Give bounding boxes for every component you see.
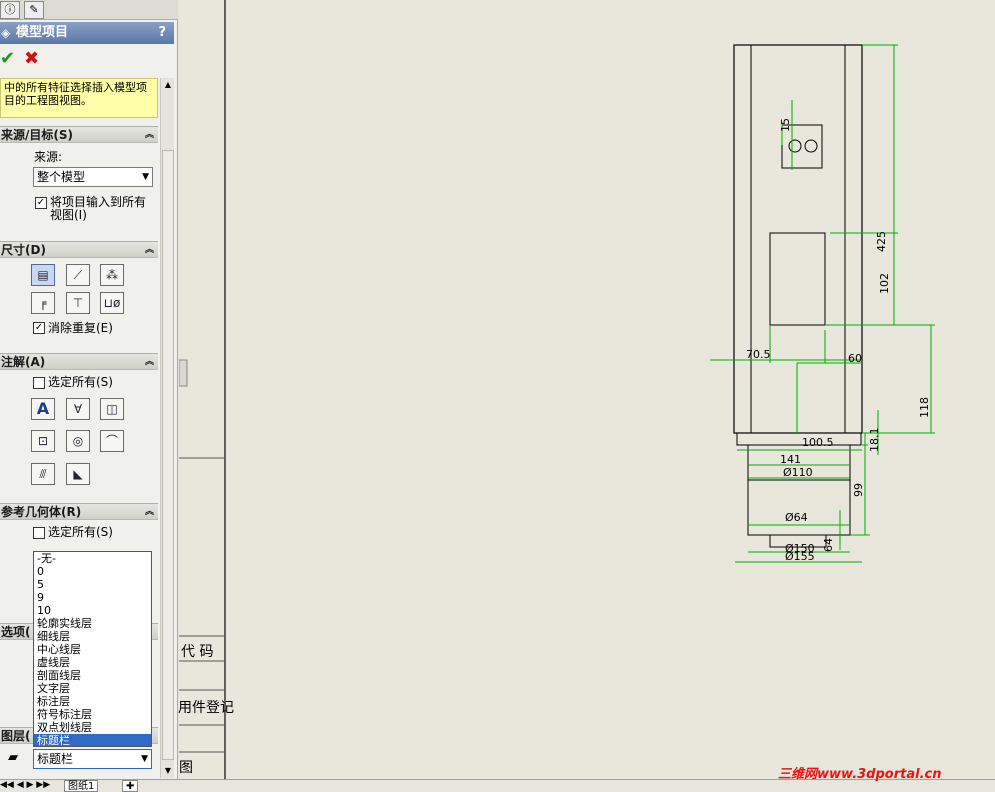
chevron-down-icon: ▼ — [142, 172, 149, 182]
import-all-views-checkbox[interactable]: ✓ — [35, 197, 47, 209]
dim-70-5[interactable]: 70.5 — [746, 348, 771, 361]
import-all-views-label: 将项目输入到所有视图(I) — [50, 195, 147, 222]
layer-option[interactable]: 标注层 — [34, 695, 151, 708]
dim-425[interactable]: 425 — [875, 231, 888, 252]
tab-feature-tree[interactable]: ⓘ — [0, 1, 20, 19]
annotation-select-all-label: 选定所有(S) — [48, 375, 113, 389]
drawing-canvas: 425 102 118 70.5 60 100.5 18.1 141 Ø110 … — [178, 0, 935, 779]
caterpillar-button[interactable]: ◣ — [66, 463, 90, 485]
dim-100-5[interactable]: 100.5 — [802, 436, 834, 449]
dim-141[interactable]: 141 — [780, 453, 801, 466]
dim-d155[interactable]: Ø155 — [785, 550, 815, 563]
tab-property-manager[interactable]: ✎ — [24, 1, 44, 19]
section-title: 参考几何体(R) — [1, 505, 82, 519]
help-button[interactable]: ? — [158, 22, 166, 44]
section-title: 图层( — [1, 729, 31, 743]
dim-64[interactable]: 64 — [822, 538, 835, 552]
scroll-down-arrow[interactable]: ▼ — [161, 764, 175, 778]
dim-d64[interactable]: Ø64 — [785, 511, 808, 524]
message-box: 中的所有特征选择插入模型项目的工程图视图。 — [0, 78, 158, 118]
collapse-icon[interactable]: ︽ — [145, 127, 154, 143]
section-source-target[interactable]: 来源/目标(S) ︽ — [0, 126, 158, 143]
not-marked-dimension-button[interactable]: ⟋ — [66, 264, 90, 286]
section-annotations[interactable]: 注解(A) ︽ — [0, 353, 158, 370]
surface-finish-button[interactable]: ∀ — [66, 398, 90, 420]
scroll-thumb[interactable] — [162, 150, 174, 760]
eliminate-duplicates-checkbox[interactable]: ✓ — [33, 322, 45, 334]
model-items-icon: ◈ — [1, 26, 11, 40]
layer-option[interactable]: 符号标注层 — [34, 708, 151, 721]
watermark: 三维网www.3dportal.cn — [778, 767, 942, 782]
layer-option[interactable]: 虚线层 — [34, 656, 151, 669]
layer-option[interactable]: 5 — [34, 578, 151, 591]
cosmetic-thread-button[interactable]: ⫻ — [31, 463, 55, 485]
chevron-down-icon: ▼ — [141, 754, 148, 764]
layer-option[interactable]: 中心线层 — [34, 643, 151, 656]
source-label: 来源: — [34, 150, 63, 164]
sheet-tab-1[interactable]: 图纸1 — [64, 780, 99, 792]
panel-scrollbar[interactable]: ▲ ▼ — [160, 78, 174, 778]
geometric-tolerance-button[interactable]: ◫ — [100, 398, 124, 420]
title-block-register: 用件登记 — [178, 700, 234, 716]
reference-select-all-label: 选定所有(S) — [48, 525, 113, 539]
weld-symbol-button[interactable]: ⌒ — [100, 430, 124, 452]
layer-icon: ▰ — [8, 750, 18, 765]
dim-99[interactable]: 99 — [852, 483, 865, 497]
ok-button[interactable]: ✔ — [0, 48, 15, 69]
datum-feature-button[interactable]: ⊡ — [31, 430, 55, 452]
tolerance-dimension-button[interactable]: ╒ — [31, 292, 55, 314]
manager-tabs: ⓘ ✎ — [0, 0, 178, 20]
layer-option[interactable]: 轮廓实线层 — [34, 617, 151, 630]
source-value: 整个模型 — [37, 170, 86, 184]
hole-wizard-button[interactable]: ⊤ — [66, 292, 90, 314]
layer-option[interactable]: 0 — [34, 565, 151, 578]
collapse-icon[interactable]: ︽ — [145, 354, 154, 370]
dim-d110[interactable]: Ø110 — [783, 466, 813, 479]
layer-option[interactable]: 标题栏 — [34, 734, 151, 746]
layer-option[interactable]: 文字层 — [34, 682, 151, 695]
layer-option[interactable]: 10 — [34, 604, 151, 617]
annotation-select-all-checkbox[interactable] — [33, 377, 45, 389]
marked-dimension-button[interactable]: ▤ — [31, 264, 55, 286]
dim-60[interactable]: 60 — [848, 352, 862, 365]
layer-option[interactable]: 9 — [34, 591, 151, 604]
datum-target-button[interactable]: ◎ — [66, 430, 90, 452]
layer-option[interactable]: -无- — [34, 552, 151, 565]
layer-select[interactable]: 标题栏 ▼ — [33, 749, 152, 769]
layer-value: 标题栏 — [37, 752, 74, 766]
title-block-drawing: 图 — [179, 760, 193, 776]
panel-title-bar: ◈ 模型项目 ? — [0, 22, 174, 44]
dim-102[interactable]: 102 — [878, 273, 891, 294]
section-title: 选项( — [1, 625, 31, 639]
eliminate-duplicates-label: 消除重复(E) — [48, 321, 113, 335]
section-title: 来源/目标(S) — [1, 128, 73, 142]
scroll-up-arrow[interactable]: ▲ — [161, 78, 175, 92]
dim-18-1[interactable]: 18.1 — [868, 428, 881, 453]
layer-option[interactable]: 剖面线层 — [34, 669, 151, 682]
layer-option[interactable]: 细线层 — [34, 630, 151, 643]
note-button[interactable]: A — [31, 398, 55, 420]
section-title: 尺寸(D) — [1, 243, 46, 257]
dim-118[interactable]: 118 — [918, 397, 931, 418]
source-select[interactable]: 整个模型 ▼ — [33, 167, 153, 187]
cancel-button[interactable]: ✖ — [24, 48, 39, 69]
hole-callout-button[interactable]: ⊔ø — [100, 292, 124, 314]
section-dimensions[interactable]: 尺寸(D) ︽ — [0, 241, 158, 258]
collapse-icon[interactable]: ︽ — [145, 504, 154, 520]
collapse-icon[interactable]: ︽ — [145, 242, 154, 258]
sheet-nav-arrows[interactable]: ◀◀ ◀ ▶ ▶▶ — [0, 780, 50, 790]
section-title: 注解(A) — [1, 355, 46, 369]
add-sheet-icon[interactable]: ✚ — [122, 780, 139, 792]
panel-title: 模型项目 — [16, 25, 69, 40]
section-reference-geometry[interactable]: 参考几何体(R) ︽ — [0, 503, 158, 520]
reference-select-all-checkbox[interactable] — [33, 527, 45, 539]
drawing-sheet[interactable]: 425 102 118 70.5 60 100.5 18.1 141 Ø110 … — [178, 0, 995, 779]
layer-option[interactable]: 双点划线层 — [34, 721, 151, 734]
dim-15[interactable]: 15 — [779, 118, 792, 132]
instance-count-button[interactable]: ⁂ — [100, 264, 124, 286]
layer-dropdown-list[interactable]: -无- 0 5 9 10 轮廓实线层 细线层 中心线层 虚线层 剖面线层 文字层 标注层 符号标注层 双点… — [33, 551, 152, 747]
title-block-code: 代 码 — [181, 644, 214, 660]
property-manager: ⓘ ✎ ◈ 模型项目 ? ✔ ✖ 中的所有特征选择插入模型项目的工程图视图。 来… — [0, 0, 178, 779]
